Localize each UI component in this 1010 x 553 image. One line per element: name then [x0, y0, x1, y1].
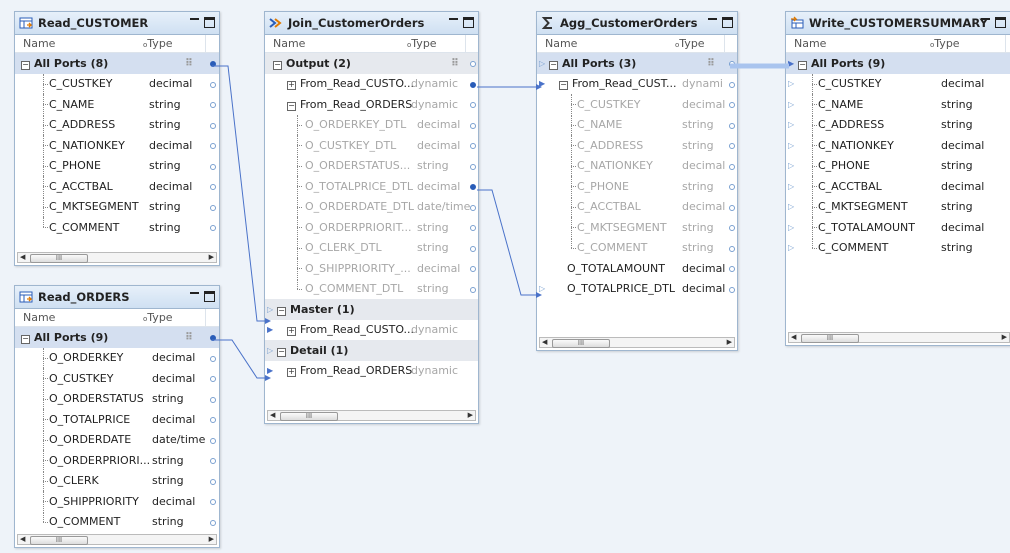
link-totalprice-to-agg[interactable] [477, 189, 542, 298]
mapping-canvas[interactable]: Read_CUSTOMER Name oType − All Ports (8) … [0, 0, 1010, 553]
link-customer-to-master[interactable] [212, 65, 271, 324]
link-layer [212, 63, 789, 381]
link-orders-to-detail[interactable] [212, 339, 271, 381]
